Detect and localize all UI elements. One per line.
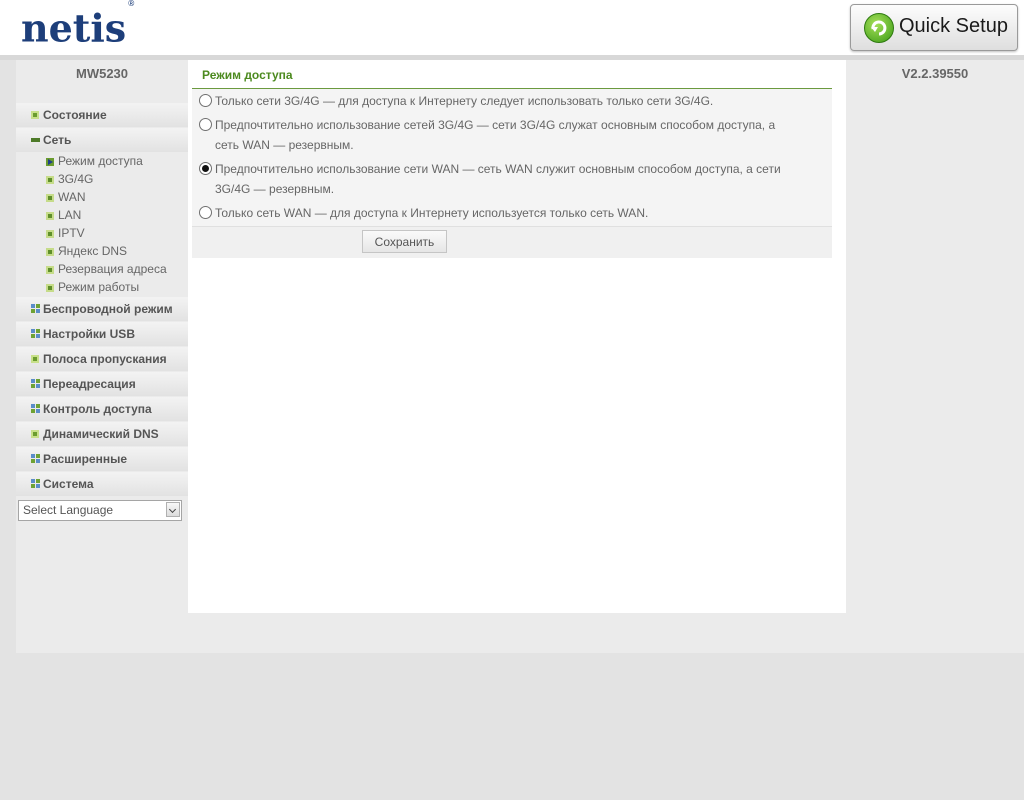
grid-icon (31, 329, 40, 338)
registered-mark: ® (127, 0, 136, 8)
sidebar-subitem-3g4g[interactable]: 3G/4G (16, 171, 188, 189)
sidebar-subitem-yandex-dns[interactable]: Яндекс DNS (16, 243, 188, 261)
header-bar: netis® Quick Setup (0, 0, 1024, 55)
green-square-icon (46, 266, 54, 274)
option-line: 3G/4G — резервным. (215, 182, 335, 196)
radio-wan-preferred[interactable] (199, 162, 212, 175)
page-title: Режим доступа (202, 68, 293, 82)
sidebar-subitem-lan[interactable]: LAN (16, 207, 188, 225)
save-button[interactable]: Сохранить (362, 230, 447, 253)
option-wan-preferred-label: Предпочтительно использование сети WAN —… (215, 159, 781, 199)
grid-icon (31, 379, 40, 388)
sidebar-item-advanced[interactable]: Расширенные (16, 447, 188, 471)
sidebar-subitem-access-mode[interactable]: Режим доступа (16, 153, 188, 171)
radio-3g4g-preferred[interactable] (199, 118, 212, 131)
sidebar-item-dynamic-dns[interactable]: Динамический DNS (16, 422, 188, 446)
option-line: Только сеть WAN — для доступа к Интернет… (215, 206, 649, 220)
sidebar-subitem-label: Режим работы (58, 280, 140, 294)
green-square-icon (31, 111, 39, 119)
option-line: Предпочтительно использование сети WAN —… (215, 162, 781, 176)
green-square-icon (46, 284, 54, 292)
grid-icon (31, 479, 40, 488)
arrow-right-icon (46, 158, 54, 166)
refresh-arrow-icon (864, 13, 894, 43)
sidebar-subitem-label: Режим доступа (58, 154, 143, 168)
sidebar-item-label: Полоса пропускания (43, 352, 167, 366)
green-square-icon (46, 176, 54, 184)
sidebar-subitem-iptv[interactable]: IPTV (16, 225, 188, 243)
sidebar-item-label: Состояние (43, 108, 107, 122)
quick-setup-label: Quick Setup (899, 15, 1008, 37)
sidebar-item-label: Контроль доступа (43, 402, 152, 416)
sidebar-item-system[interactable]: Система (16, 472, 188, 496)
sidebar-subitem-label: LAN (58, 208, 82, 222)
sidebar-item-label: Динамический DNS (43, 427, 159, 441)
grid-icon (31, 404, 40, 413)
radio-wan-only[interactable] (199, 206, 212, 219)
option-wan-only-label: Только сеть WAN — для доступа к Интернет… (215, 203, 648, 223)
grid-icon (31, 454, 40, 463)
quick-setup-button[interactable]: Quick Setup (850, 4, 1018, 51)
option-line: сеть WAN — резервным. (215, 138, 354, 152)
green-square-icon (31, 355, 39, 363)
language-select-value: Select Language (23, 503, 114, 517)
language-select[interactable]: Select Language (18, 500, 182, 521)
sidebar-item-bandwidth[interactable]: Полоса пропускания (16, 347, 188, 371)
sidebar-item-network[interactable]: Сеть (16, 128, 188, 152)
sidebar-subitem-label: WAN (58, 190, 86, 204)
sidebar-item-access-control[interactable]: Контроль доступа (16, 397, 188, 421)
minus-icon (31, 138, 40, 142)
save-panel (192, 226, 832, 258)
option-line: Только сети 3G/4G — для доступа к Интерн… (215, 94, 714, 108)
option-line: Предпочтительно использование сетей 3G/4… (215, 118, 776, 132)
sidebar-item-label: Беспроводной режим (43, 302, 173, 316)
sidebar-item-label: Система (43, 477, 94, 491)
green-square-icon (31, 430, 39, 438)
sidebar-item-forwarding[interactable]: Переадресация (16, 372, 188, 396)
netis-logo: netis® (21, 0, 135, 51)
green-square-icon (46, 230, 54, 238)
green-square-icon (46, 248, 54, 256)
sidebar-item-status[interactable]: Состояние (16, 103, 188, 127)
sidebar-subitem-label: 3G/4G (58, 172, 94, 186)
sidebar-item-label: Сеть (43, 133, 72, 147)
sidebar-item-label: Настройки USB (43, 327, 135, 341)
sidebar-subitem-label: IPTV (58, 226, 85, 240)
sidebar-item-wireless[interactable]: Беспроводной режим (16, 297, 188, 321)
sidebar-subitem-address-reservation[interactable]: Резервация адреса (16, 261, 188, 279)
option-3g4g-preferred-label: Предпочтительно использование сетей 3G/4… (215, 115, 775, 155)
radio-3g4g-only[interactable] (199, 94, 212, 107)
green-square-icon (46, 212, 54, 220)
sidebar-subitem-label: Яндекс DNS (58, 244, 128, 258)
option-3g4g-only-label: Только сети 3G/4G — для доступа к Интерн… (215, 91, 713, 111)
sidebar-item-usb-settings[interactable]: Настройки USB (16, 322, 188, 346)
sidebar-item-label: Переадресация (43, 377, 136, 391)
green-square-icon (46, 194, 54, 202)
sidebar-subitem-wan[interactable]: WAN (16, 189, 188, 207)
sidebar-item-label: Расширенные (43, 452, 127, 466)
sidebar-subitem-operation-mode[interactable]: Режим работы (16, 279, 188, 297)
sidebar-subitem-label: Резервация адреса (58, 262, 167, 276)
grid-icon (31, 304, 40, 313)
device-model: MW5230 (75, 66, 129, 81)
logo-text: netis (21, 5, 127, 51)
chevron-down-icon[interactable] (166, 502, 180, 517)
firmware-version: V2.2.39550 (901, 66, 969, 81)
